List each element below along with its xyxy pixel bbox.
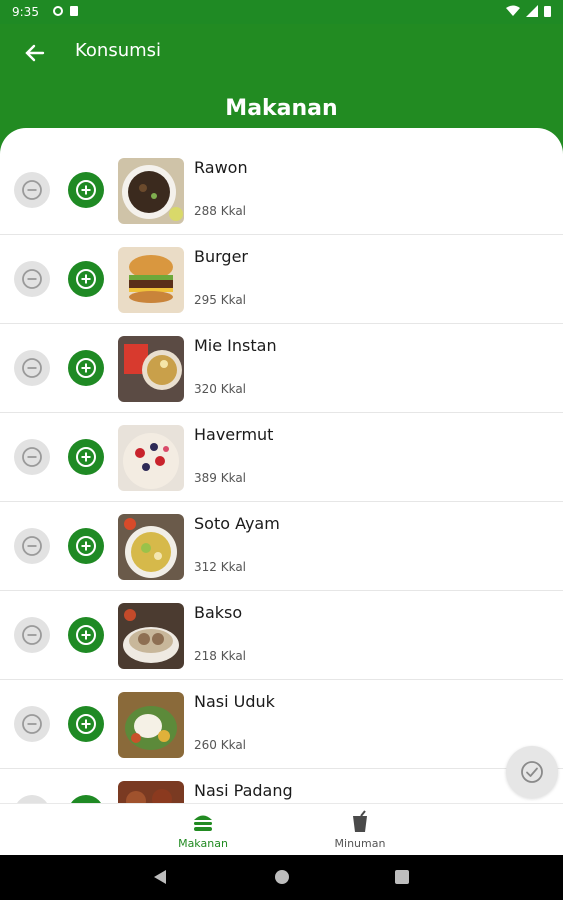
minus-circle-icon xyxy=(22,625,42,645)
increase-button[interactable] xyxy=(68,261,104,297)
back-button[interactable] xyxy=(18,38,52,68)
minus-circle-icon xyxy=(22,269,42,289)
food-name: Rawon xyxy=(194,158,248,177)
settings-icon xyxy=(53,6,78,16)
food-image xyxy=(118,336,184,402)
app-title: Konsumsi xyxy=(75,40,162,61)
minus-circle-icon xyxy=(22,358,42,378)
plus-circle-icon xyxy=(76,447,96,467)
list-item: Havermut 389 Kkal xyxy=(0,413,563,502)
decrease-button[interactable] xyxy=(14,795,50,803)
plus-circle-icon xyxy=(76,625,96,645)
plus-circle-icon xyxy=(76,180,96,200)
burger-icon xyxy=(194,815,212,831)
plus-circle-icon xyxy=(76,536,96,556)
food-image xyxy=(118,247,184,313)
minus-circle-icon xyxy=(22,536,42,556)
status-time: 9:35 xyxy=(12,5,39,19)
list-item: Burger 295 Kkal xyxy=(0,235,563,324)
decrease-button[interactable] xyxy=(14,617,50,653)
food-calories: 312 Kkal xyxy=(194,560,247,574)
food-name: Bakso xyxy=(194,603,243,622)
food-image xyxy=(118,692,184,758)
plus-circle-icon xyxy=(76,714,96,734)
food-image xyxy=(118,603,184,669)
increase-button[interactable] xyxy=(68,706,104,742)
list-item: Soto Ayam 312 Kkal xyxy=(0,502,563,591)
list-item: Nasi Padang xyxy=(0,769,563,803)
decrease-button[interactable] xyxy=(14,706,50,742)
food-list-sheet: Rawon 288 Kkal Burger 295 Kkal Mie Insta… xyxy=(0,128,563,803)
decrease-button[interactable] xyxy=(14,439,50,475)
status-bar: 9:35 xyxy=(0,0,563,24)
food-name: Nasi Uduk xyxy=(194,692,275,711)
plus-circle-icon xyxy=(76,358,96,378)
food-calories: 288 Kkal xyxy=(194,204,247,218)
decrease-button[interactable] xyxy=(14,172,50,208)
decrease-button[interactable] xyxy=(14,350,50,386)
home-circle-icon[interactable] xyxy=(273,868,291,886)
decrease-button[interactable] xyxy=(14,528,50,564)
status-right-icons xyxy=(506,5,551,17)
food-name: Mie Instan xyxy=(194,336,277,355)
food-calories: 320 Kkal xyxy=(194,382,247,396)
battery-icon xyxy=(544,6,551,17)
food-image xyxy=(118,425,184,491)
nav-label-minuman: Minuman xyxy=(334,837,386,850)
increase-button[interactable] xyxy=(68,528,104,564)
food-name: Nasi Padang xyxy=(194,781,293,800)
increase-button[interactable] xyxy=(68,617,104,653)
section-title: Makanan xyxy=(225,96,338,121)
nav-label-makanan: Makanan xyxy=(178,837,228,850)
drink-icon xyxy=(353,810,367,832)
check-circle-icon xyxy=(521,761,543,783)
back-triangle-icon[interactable] xyxy=(152,868,168,886)
decrease-button[interactable] xyxy=(14,261,50,297)
increase-button[interactable] xyxy=(68,350,104,386)
confirm-button[interactable] xyxy=(506,746,558,798)
increase-button[interactable] xyxy=(68,439,104,475)
increase-button[interactable] xyxy=(68,172,104,208)
food-name: Burger xyxy=(194,247,248,266)
list-item: Rawon 288 Kkal xyxy=(0,146,563,235)
recents-square-icon[interactable] xyxy=(394,868,410,886)
food-name: Havermut xyxy=(194,425,274,444)
food-calories: 295 Kkal xyxy=(194,293,247,307)
food-image xyxy=(118,781,184,803)
arrow-back-icon xyxy=(25,44,45,62)
wifi-icon xyxy=(506,5,520,16)
food-name: Soto Ayam xyxy=(194,514,280,533)
food-image xyxy=(118,158,184,224)
nav-makanan[interactable]: Makanan xyxy=(143,804,263,856)
food-calories: 389 Kkal xyxy=(194,471,247,485)
signal-icon xyxy=(526,5,538,17)
food-image xyxy=(118,514,184,580)
nav-minuman[interactable]: Minuman xyxy=(300,804,420,856)
increase-button[interactable] xyxy=(68,795,104,803)
plus-circle-icon xyxy=(76,269,96,289)
list-item: Mie Instan 320 Kkal xyxy=(0,324,563,413)
food-list: Rawon 288 Kkal Burger 295 Kkal Mie Insta… xyxy=(0,146,563,803)
list-item: Nasi Uduk 260 Kkal xyxy=(0,680,563,769)
food-calories: 260 Kkal xyxy=(194,738,247,752)
status-left-icons xyxy=(52,4,82,21)
system-navigation-bar xyxy=(0,855,563,900)
minus-circle-icon xyxy=(22,714,42,734)
minus-circle-icon xyxy=(22,180,42,200)
food-calories: 218 Kkal xyxy=(194,649,247,663)
minus-circle-icon xyxy=(22,447,42,467)
bottom-navigation: Makanan Minuman xyxy=(0,803,563,856)
list-item: Bakso 218 Kkal xyxy=(0,591,563,680)
